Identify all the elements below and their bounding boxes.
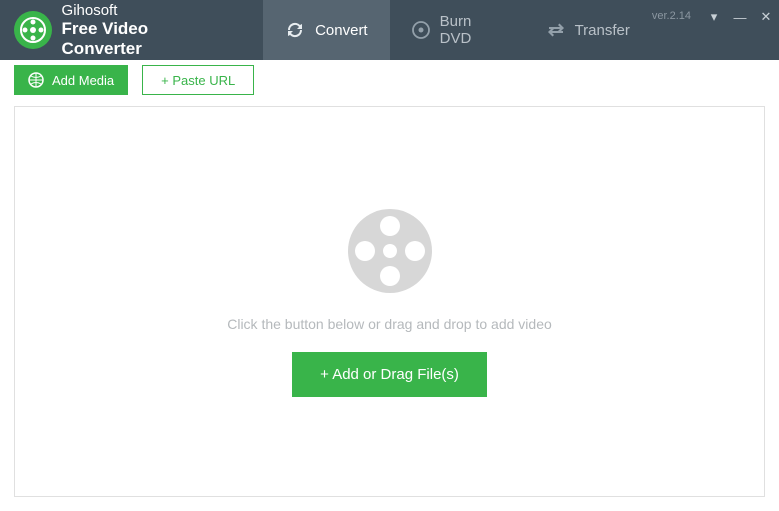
brand-name: Gihosoft	[62, 2, 232, 19]
transfer-icon	[547, 21, 565, 39]
paste-url-label: + Paste URL	[161, 73, 235, 88]
add-media-label: Add Media	[52, 73, 114, 88]
refresh-icon	[285, 20, 305, 40]
tab-burn-dvd[interactable]: Burn DVD	[390, 0, 525, 60]
paste-url-button[interactable]: + Paste URL	[142, 65, 254, 95]
content-area: Click the button below or drag and drop …	[0, 100, 779, 511]
window-controls: ver.2.14 ▾ — ✕	[652, 0, 779, 60]
logo-area: Gihosoft Free Video Converter	[0, 0, 245, 60]
close-icon: ✕	[761, 9, 772, 25]
disc-icon	[412, 21, 430, 39]
tab-convert-label: Convert	[315, 22, 368, 39]
version-label: ver.2.14	[652, 6, 701, 22]
toolbar: Add Media + Paste URL	[0, 60, 779, 100]
dropzone-hint: Click the button below or drag and drop …	[227, 316, 552, 332]
minimize-icon: —	[734, 10, 747, 25]
film-reel-icon	[345, 206, 435, 296]
app-logo-icon	[14, 11, 52, 49]
globe-plus-icon	[28, 72, 44, 88]
tab-burn-label: Burn DVD	[440, 13, 503, 47]
add-media-button[interactable]: Add Media	[14, 65, 128, 95]
add-or-drag-files-button[interactable]: + Add or Drag File(s)	[292, 352, 487, 397]
logo-text: Gihosoft Free Video Converter	[62, 2, 232, 58]
menu-button[interactable]: ▾	[701, 6, 727, 28]
tabbar: Convert Burn DVD Transfer	[263, 0, 652, 60]
app-window: Gihosoft Free Video Converter Convert Bu…	[0, 0, 779, 511]
titlebar: Gihosoft Free Video Converter Convert Bu…	[0, 0, 779, 60]
add-files-label: + Add or Drag File(s)	[320, 366, 459, 383]
chevron-down-icon: ▾	[711, 9, 718, 25]
app-name: Free Video Converter	[62, 19, 232, 58]
dropzone[interactable]: Click the button below or drag and drop …	[14, 106, 765, 497]
tab-transfer[interactable]: Transfer	[525, 0, 652, 60]
minimize-button[interactable]: —	[727, 6, 753, 28]
tab-convert[interactable]: Convert	[263, 0, 390, 60]
tab-transfer-label: Transfer	[575, 22, 630, 39]
close-button[interactable]: ✕	[753, 6, 779, 28]
